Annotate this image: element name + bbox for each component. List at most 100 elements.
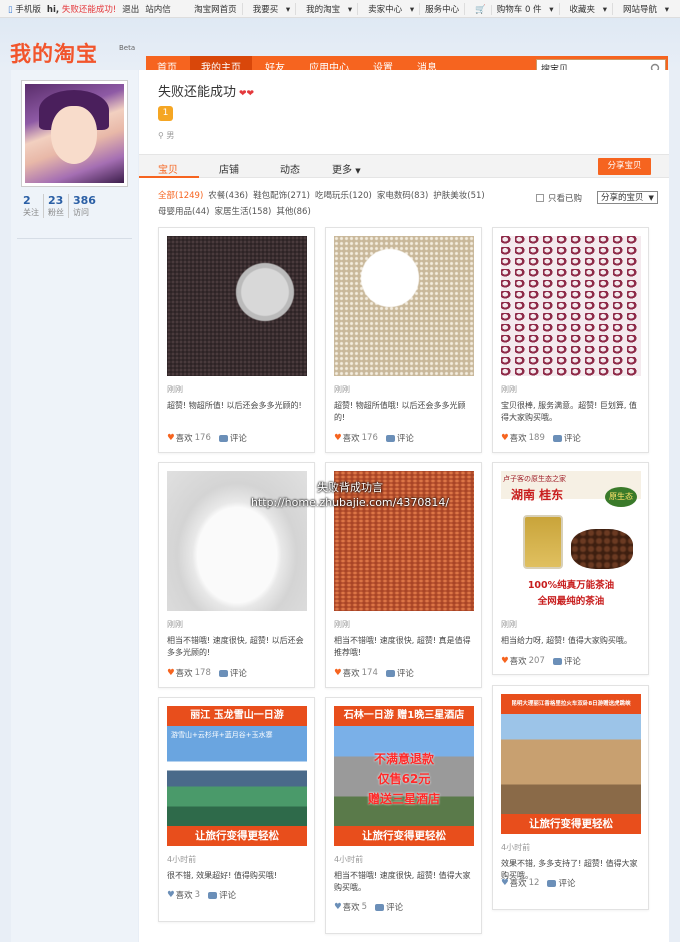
stat-visits[interactable]: 386 访问 — [68, 194, 100, 218]
like-count: 176 — [194, 433, 211, 443]
item-comment: 相当给力呀, 超赞! 值得大家购买哦。 — [501, 636, 632, 645]
share-type-select[interactable]: 分享的宝贝 ▼ — [597, 191, 658, 204]
heart-icon[interactable]: ♥ — [334, 433, 342, 443]
category-home[interactable]: 家居生活(158) — [214, 207, 271, 217]
tab-items[interactable]: 宝贝 — [158, 161, 178, 176]
sidebar: 2 关注 23 粉丝 386 访问 — [11, 70, 138, 942]
comment-button[interactable]: 评论 — [385, 667, 414, 679]
heart-icon[interactable]: ♥ — [167, 433, 175, 443]
item-time: 刚刚 — [334, 620, 350, 629]
item-card[interactable]: 刚刚 超赞! 物超所值! 以后还会多多光顾的! ♥ 喜欢 176 评论 — [158, 227, 315, 453]
heart-icon[interactable]: ♥ — [501, 433, 509, 443]
comment-button[interactable]: 评论 — [385, 432, 414, 444]
heart-icon[interactable]: ♥ — [334, 668, 342, 678]
like-button[interactable]: 喜欢 — [343, 432, 360, 444]
item-card[interactable]: 刚刚 超赞! 物超所值哦! 以后还会多多光顾的! ♥ 喜欢 176 评论 — [325, 227, 482, 453]
comment-button[interactable]: 评论 — [552, 432, 581, 444]
item-comment: 相当不错哦! 速度很快, 超赞! 以后还会多多光顾的! — [167, 636, 304, 657]
username-link[interactable]: 失败还能成功! — [62, 5, 116, 15]
comment-button[interactable]: 评论 — [208, 889, 236, 901]
category-all[interactable]: 全部(1249) — [158, 191, 203, 201]
tab-underline — [139, 176, 199, 178]
comment-icon — [218, 669, 228, 677]
tea-seeds — [571, 529, 633, 569]
heart-icon[interactable]: ♥ — [501, 656, 509, 666]
comment-button[interactable]: 评论 — [552, 655, 581, 667]
tab-activity[interactable]: 动态 — [280, 161, 300, 176]
like-button[interactable]: 喜欢 — [176, 889, 193, 901]
item-comment: 相当不错哦! 速度很快, 超赞! 真是值得推荐哦! — [334, 636, 471, 657]
item-card[interactable]: 石林一日游 赠1晚三星酒店 不满意退款 仅售62元 赠送三星酒店 让旅行变得更轻… — [325, 697, 482, 934]
item-time: 4小时前 — [167, 855, 197, 864]
item-card[interactable]: 卢子客の原生态之家 湖南 桂东 原生态 100%纯真万能茶油 全网最纯的茶油 刚… — [492, 462, 649, 675]
product-image[interactable] — [167, 236, 307, 376]
stat-fans[interactable]: 23 粉丝 — [43, 194, 68, 218]
comment-icon — [385, 669, 395, 677]
heart-icon[interactable]: ♥ — [334, 902, 342, 912]
category-beauty[interactable]: 护肤美妆(51) — [433, 191, 484, 201]
like-button[interactable]: 喜欢 — [510, 432, 527, 444]
site-nav-menu[interactable]: 网站导航 ▾ — [612, 3, 674, 15]
banner-slogan: 让旅行变得更轻松 — [167, 826, 307, 846]
item-card[interactable]: 丽江 玉龙雪山一日游 游雪山+云杉坪+蓝月谷+玉水寨 让旅行变得更轻松 4小时前… — [158, 697, 315, 922]
service-center-link[interactable]: 服务中心 — [419, 3, 464, 15]
like-count: 207 — [528, 656, 545, 666]
seller-center-menu[interactable]: 卖家中心 ▾ — [357, 3, 419, 15]
profile-name: 失败还能成功 ❤❤ — [158, 85, 255, 100]
buy-menu[interactable]: 我要买 ▾ — [241, 3, 295, 15]
product-image[interactable]: 昆明大理丽江香格里拉火车双卧8日游赠送虎跳峡 让旅行变得更轻松 — [501, 694, 641, 834]
profile-stats: 2 关注 23 粉丝 386 访问 — [19, 194, 100, 218]
category-farm[interactable]: 农餐(436) — [208, 191, 248, 201]
like-button[interactable]: 喜欢 — [343, 667, 360, 679]
cart-link[interactable]: 🛒 购物车 0 件 ▾ — [464, 3, 558, 15]
comment-icon — [552, 657, 562, 665]
banner-slogan: 让旅行变得更轻松 — [501, 814, 641, 834]
like-button[interactable]: 喜欢 — [176, 667, 193, 679]
messages-link[interactable]: 站内信 — [145, 3, 171, 15]
product-image[interactable]: 石林一日游 赠1晚三星酒店 不满意退款 仅售62元 赠送三星酒店 让旅行变得更轻… — [334, 706, 474, 846]
category-shoes-bags[interactable]: 鞋包配饰(271) — [253, 191, 310, 201]
chevron-down-icon: ▼ — [355, 167, 361, 175]
heart-icon[interactable]: ♥ — [167, 668, 175, 678]
comment-button[interactable]: 评论 — [218, 432, 247, 444]
product-image[interactable]: 卢子客の原生态之家 湖南 桂东 原生态 100%纯真万能茶油 全网最纯的茶油 — [501, 471, 641, 611]
tab-shops[interactable]: 店铺 — [219, 161, 239, 176]
item-card[interactable]: 刚刚 宝贝很棒, 服务满意。超赞! 巨划算, 值得大家购买哦。 ♥ 喜欢 189 评… — [492, 227, 649, 453]
item-comment: 宝贝很棒, 服务满意。超赞! 巨划算, 值得大家购买哦。 — [501, 401, 637, 422]
comment-icon — [547, 879, 557, 887]
comment-button[interactable]: 评论 — [547, 877, 575, 889]
category-baby[interactable]: 母婴用品(44) — [158, 207, 209, 217]
like-button[interactable]: 喜欢 — [343, 901, 360, 913]
like-button[interactable]: 喜欢 — [510, 655, 527, 667]
avatar[interactable] — [21, 80, 128, 187]
heart-icon[interactable]: ♥ — [167, 890, 175, 900]
only-bought-checkbox[interactable] — [536, 193, 544, 202]
banner-photo — [501, 714, 641, 814]
heart-icon[interactable]: ♥ — [501, 878, 509, 888]
like-button[interactable]: 喜欢 — [176, 432, 193, 444]
category-other[interactable]: 其他(86) — [276, 207, 310, 217]
taobao-home-link[interactable]: 淘宝网首页 — [189, 3, 242, 15]
category-electronics[interactable]: 家电数码(83) — [377, 191, 428, 201]
logo[interactable]: 我的淘宝 — [10, 38, 98, 68]
favorites-menu[interactable]: 收藏夹 ▾ — [558, 3, 612, 15]
product-image[interactable] — [501, 236, 641, 376]
my-taobao-menu[interactable]: 我的淘宝 ▾ — [295, 3, 357, 15]
category-food-fun[interactable]: 吃喝玩乐(120) — [315, 191, 372, 201]
product-image[interactable]: 丽江 玉龙雪山一日游 游雪山+云杉坪+蓝月谷+玉水寨 让旅行变得更轻松 — [167, 706, 307, 846]
item-actions: ♥ 喜欢 178 评论 — [167, 667, 247, 679]
comment-button[interactable]: 评论 — [218, 667, 247, 679]
share-item-button[interactable]: 分享宝贝 — [598, 158, 651, 175]
item-card[interactable]: 昆明大理丽江香格里拉火车双卧8日游赠送虎跳峡 让旅行变得更轻松 4小时前 效果不… — [492, 685, 649, 910]
banner-badge: 原生态 — [605, 487, 637, 507]
mobile-link[interactable]: ▯ 手机版 — [8, 3, 41, 15]
banner-text: 卢子客の原生态之家 — [503, 475, 566, 483]
product-image[interactable] — [334, 236, 474, 376]
comment-button[interactable]: 评论 — [375, 901, 403, 913]
stat-following[interactable]: 2 关注 — [19, 194, 43, 218]
like-button[interactable]: 喜欢 — [510, 877, 527, 889]
tab-more[interactable]: 更多 ▼ — [332, 161, 361, 176]
logout-link[interactable]: 退出 — [122, 3, 139, 15]
oil-jar — [523, 515, 563, 569]
like-count: 5 — [361, 902, 368, 912]
